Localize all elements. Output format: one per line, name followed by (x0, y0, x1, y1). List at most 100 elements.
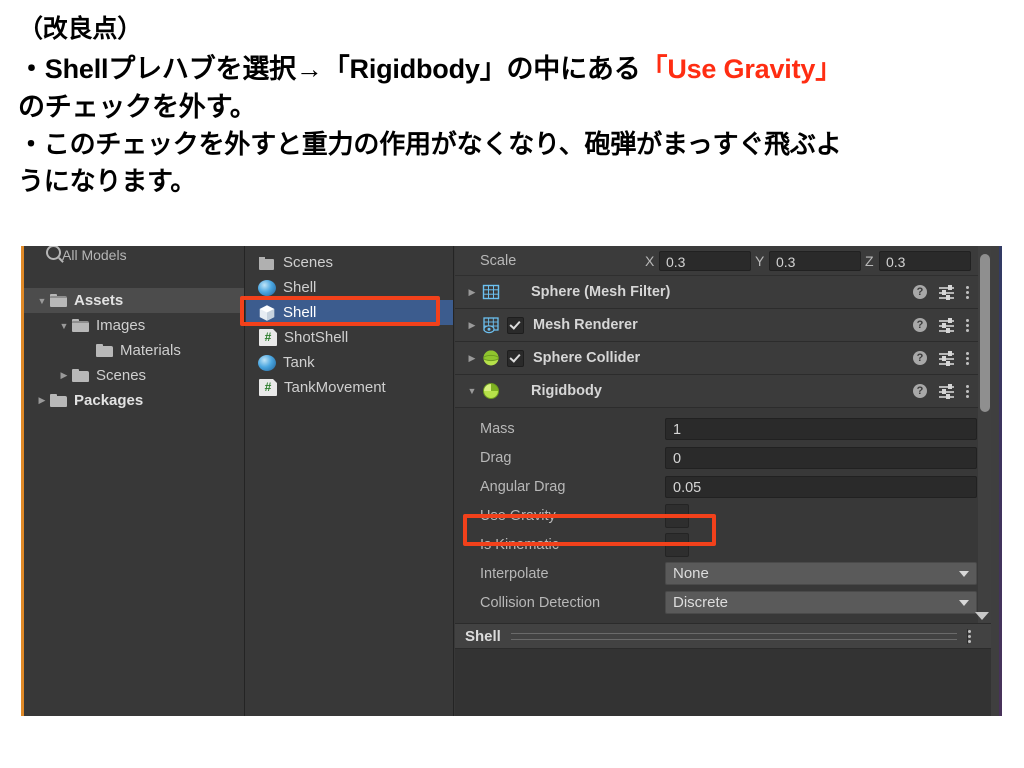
component-actions: ? (913, 317, 984, 333)
angular-drag-input[interactable]: 0.05 (665, 475, 977, 498)
scroll-down-caret-icon[interactable] (975, 612, 989, 620)
drag-input[interactable]: 0 (665, 446, 977, 469)
tree-item-packages[interactable]: ▶ Packages (24, 388, 244, 413)
component-title: Mesh Renderer (533, 317, 638, 333)
property-row-interpolate: Interpolate None (455, 559, 984, 588)
kebab-menu-icon[interactable] (966, 318, 970, 333)
component-title: Rigidbody (531, 383, 602, 399)
asset-item-shell-material[interactable]: Shell (246, 275, 453, 300)
tree-label-images: Images (96, 317, 146, 334)
slide-bullet-2-line-1: ・このチェックを外すと重力の作用がなくなり、砲弾がまっすぐ飛ぶよ (18, 129, 842, 160)
chevron-down-icon (959, 570, 969, 577)
property-row-drag: Drag 0 (455, 443, 984, 472)
property-label-mass: Mass (480, 420, 515, 437)
inspector-footer-empty-area (455, 649, 991, 716)
chevron-right-icon[interactable]: ▶ (56, 370, 72, 381)
component-title: Sphere (Mesh Filter) (531, 284, 671, 300)
footer-divider (510, 632, 957, 640)
footer-kebab-menu-icon[interactable] (967, 628, 981, 644)
inspector-scrollbar-thumb[interactable] (980, 254, 990, 412)
asset-item-scenes[interactable]: Scenes (246, 250, 453, 275)
tree-spacer: ▶ (80, 345, 96, 356)
asset-item-shell-prefab[interactable]: Shell (246, 300, 453, 325)
asset-label: Shell (283, 279, 317, 296)
help-icon[interactable]: ? (913, 351, 927, 365)
tree-item-materials[interactable]: ▶ Materials (24, 338, 244, 363)
scale-z-input[interactable]: 0.3 (879, 250, 971, 271)
kebab-menu-icon[interactable] (966, 384, 970, 399)
mass-input[interactable]: 1 (665, 417, 977, 440)
material-icon (258, 280, 276, 296)
project-hierarchy-panel: All Models ▼ Assets ▼ Images ▶ Materials… (24, 246, 245, 716)
chevron-down-icon (959, 599, 969, 606)
folder-icon (258, 254, 276, 272)
folder-icon (96, 344, 114, 357)
inspector-footer-bar: Shell (455, 623, 991, 649)
chevron-right-icon[interactable]: ▶ (34, 395, 50, 406)
preset-icon[interactable] (939, 350, 954, 366)
scale-x-input[interactable]: 0.3 (659, 250, 751, 271)
scale-z: Z 0.3 (865, 250, 971, 271)
property-row-angular-drag: Angular Drag 0.05 (455, 472, 984, 501)
chevron-right-icon[interactable]: ▶ (463, 287, 481, 298)
axis-letter-y: Y (755, 252, 765, 269)
component-enabled-checkbox[interactable] (507, 316, 524, 334)
collision-detection-dropdown[interactable]: Discrete (665, 591, 977, 614)
chevron-right-icon[interactable]: ▶ (463, 320, 481, 331)
component-title: Sphere Collider (533, 350, 641, 366)
script-icon: # (259, 379, 277, 396)
component-header-rigidbody[interactable]: ▼ Rigidbody ? (455, 375, 984, 408)
asset-item-shotshell-script[interactable]: # ShotShell (246, 325, 453, 350)
bullet-1-text-before: ・Shellプレハブを選択→「Rigidbody」の中にある (18, 53, 641, 84)
preset-icon[interactable] (939, 317, 954, 333)
search-icon (46, 246, 61, 260)
scale-y-input[interactable]: 0.3 (769, 250, 861, 271)
help-icon[interactable]: ? (913, 384, 927, 398)
help-icon[interactable]: ? (913, 285, 927, 299)
is-kinematic-checkbox[interactable] (665, 532, 689, 557)
tree-item-scenes[interactable]: ▶ Scenes (24, 363, 244, 388)
preset-icon[interactable] (939, 284, 954, 300)
asset-item-tankmovement-script[interactable]: # TankMovement (246, 375, 453, 400)
slide-instructions: （改良点） ・Shellプレハブを選択→「Rigidbody」の中にある「Use… (0, 0, 1024, 200)
property-row-use-gravity: Use Gravity (455, 501, 984, 530)
property-row-mass: Mass 1 (455, 414, 984, 443)
component-header-mesh-renderer[interactable]: ▶ Mesh Renderer ? (455, 309, 984, 342)
chevron-down-icon[interactable]: ▼ (56, 321, 72, 331)
property-label-is-kinematic: Is Kinematic (480, 536, 559, 553)
help-icon[interactable]: ? (913, 318, 927, 332)
kebab-menu-icon[interactable] (966, 351, 970, 366)
inspector-scrollbar[interactable] (978, 246, 991, 623)
property-label-drag: Drag (480, 449, 512, 466)
slide-bullet-1-cont: のチェックを外す。 (18, 91, 257, 122)
kebab-menu-icon[interactable] (966, 285, 970, 300)
component-enabled-checkbox[interactable] (507, 349, 524, 367)
component-actions: ? (913, 284, 984, 300)
asset-item-tank-material[interactable]: Tank (246, 350, 453, 375)
axis-letter-z: Z (865, 252, 874, 269)
tree-item-images[interactable]: ▼ Images (24, 313, 244, 338)
component-header-sphere-collider[interactable]: ▶ Sphere Collider ? (455, 342, 984, 375)
sphere-collider-icon (481, 348, 501, 368)
component-actions: ? (913, 383, 984, 399)
chevron-down-icon[interactable]: ▼ (463, 386, 481, 396)
asset-search-field[interactable]: All Models (24, 246, 245, 268)
asset-label: ShotShell (284, 329, 349, 346)
tree-label-scenes: Scenes (96, 367, 147, 384)
interpolate-dropdown[interactable]: None (665, 562, 977, 585)
tree-item-assets[interactable]: ▼ Assets (24, 288, 244, 313)
material-icon (258, 355, 276, 371)
transform-scale-row: Scale X 0.3 Y 0.3 Z 0.3 (455, 246, 984, 276)
component-toggle-placeholder (507, 285, 522, 300)
chevron-right-icon[interactable]: ▶ (463, 353, 481, 364)
axis-letter-x: X (645, 252, 655, 269)
use-gravity-checkbox[interactable] (665, 503, 689, 528)
property-label-use-gravity: Use Gravity (480, 507, 556, 524)
preset-icon[interactable] (939, 383, 954, 399)
asset-label: TankMovement (284, 379, 386, 396)
footer-object-name: Shell (465, 627, 501, 645)
slide-bullet-1: ・Shellプレハブを選択→「Rigidbody」の中にある「Use Gravi… (18, 50, 1006, 88)
chevron-down-icon[interactable]: ▼ (34, 296, 50, 306)
component-header-mesh-filter[interactable]: ▶ Sphere (Mesh Filter) ? (455, 276, 984, 309)
asset-label: Shell (283, 304, 317, 321)
